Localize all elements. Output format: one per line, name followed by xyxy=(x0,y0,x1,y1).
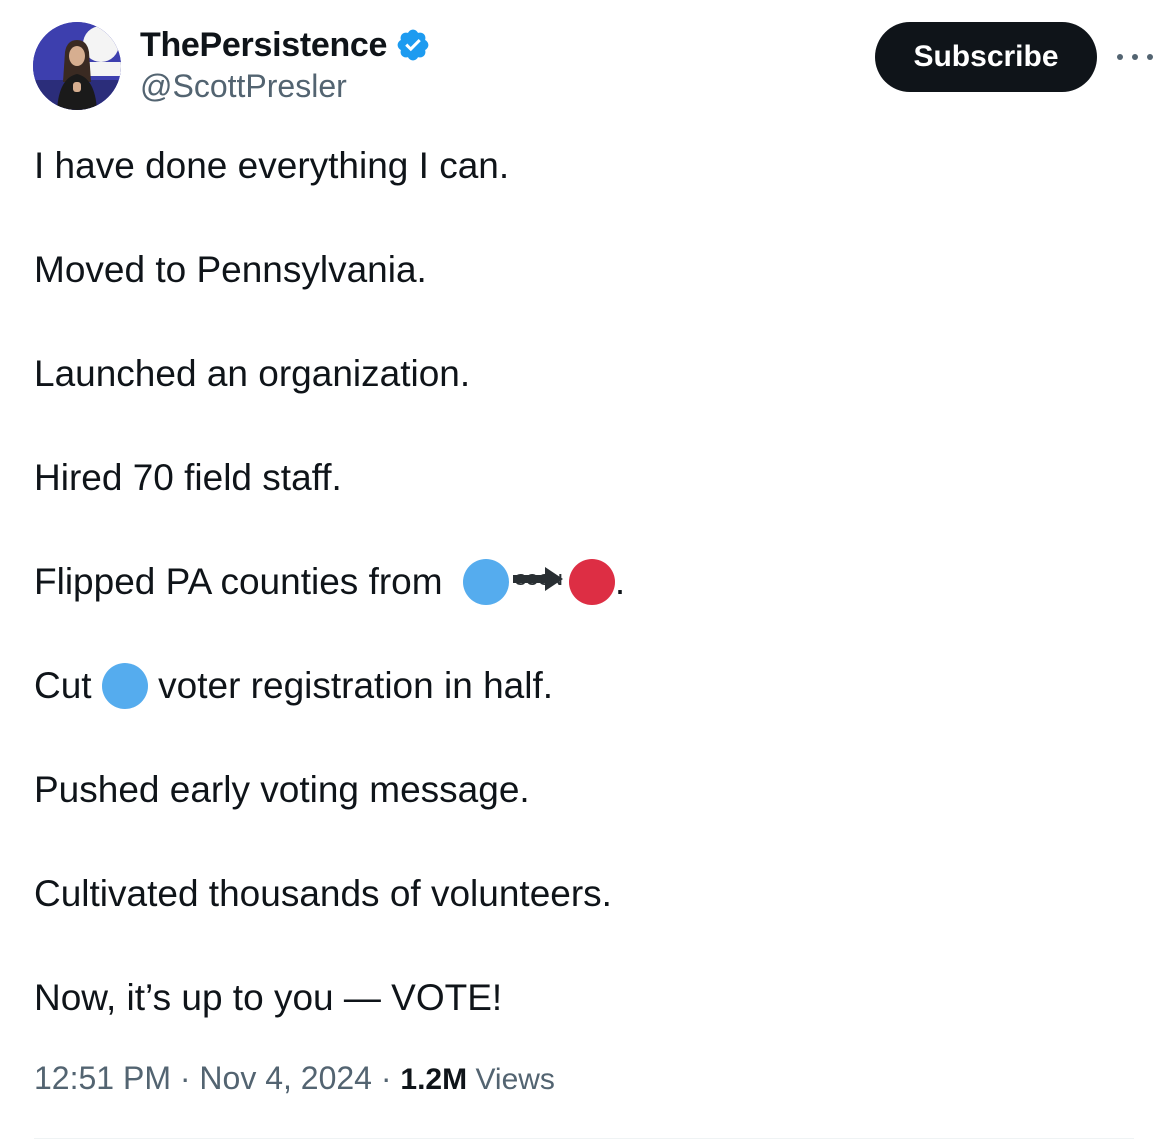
tweet-line: Launched an organization. xyxy=(34,348,1134,400)
tweet-line: Cultivated thousands of volunteers. xyxy=(34,868,1134,920)
tweet-line: Pushed early voting message. xyxy=(34,764,1134,816)
soon-label: SOON xyxy=(515,572,563,589)
tweet-date[interactable]: Nov 4, 2024 xyxy=(199,1060,372,1096)
blue-circle-icon xyxy=(101,663,148,709)
tweet-line-text: . xyxy=(614,561,626,602)
verified-badge-icon[interactable] xyxy=(395,27,431,63)
tweet-time[interactable]: 12:51 PM xyxy=(34,1060,171,1096)
tweet-line: I have done everything I can. xyxy=(34,140,1134,192)
avatar[interactable] xyxy=(33,22,121,110)
tweet-line-text: voter registration in half. xyxy=(147,665,553,706)
subscribe-button[interactable]: Subscribe xyxy=(875,22,1097,92)
tweet-line: Now, it’s up to you — VOTE! xyxy=(34,972,1134,1024)
tweet-line-text: Cultivated thousands of volunteers. xyxy=(34,873,612,914)
meta-separator: · xyxy=(170,1060,200,1096)
tweet-line-text: Pushed early voting message. xyxy=(34,769,530,810)
divider xyxy=(34,1138,1134,1139)
tweet-meta: 12:51 PM · Nov 4, 2024 · 1.2M Views xyxy=(34,1060,555,1097)
tweet-line: Moved to Pennsylvania. xyxy=(34,244,1134,296)
meta-separator: · xyxy=(371,1060,401,1096)
soon-arrow-icon: SOON xyxy=(511,559,567,605)
tweet-text: I have done everything I can. Moved to P… xyxy=(34,140,1134,1024)
views-label: Views xyxy=(467,1063,555,1096)
tweet-line-text: Cut xyxy=(34,665,102,706)
more-dot xyxy=(1117,54,1123,60)
views-count[interactable]: 1.2M xyxy=(400,1063,467,1096)
tweet-line-text: Flipped PA counties from xyxy=(34,561,453,602)
more-dot xyxy=(1147,54,1153,60)
tweet-line: Hired 70 field staff. xyxy=(34,452,1134,504)
display-name-row: ThePersistence xyxy=(140,24,431,66)
tweet-line-text: I have done everything I can. xyxy=(34,145,510,186)
tweet-line: Cut voter registration in half. xyxy=(34,660,1134,712)
tweet-line: Flipped PA counties from SOON . xyxy=(34,556,1134,608)
tweet-header: ThePersistence @ScottPresler Subscribe xyxy=(33,22,1153,112)
more-dot xyxy=(1132,54,1138,60)
tweet-line-text: Launched an organization. xyxy=(34,353,471,394)
tweet-line-text: Now, it’s up to you — VOTE! xyxy=(34,977,503,1018)
red-circle-icon xyxy=(568,559,615,605)
handle[interactable]: @ScottPresler xyxy=(140,68,431,105)
more-horizontal-icon[interactable] xyxy=(1117,42,1153,72)
blue-circle-icon xyxy=(462,559,509,605)
tweet-line-text: Hired 70 field staff. xyxy=(34,457,342,498)
tweet-line-text: Moved to Pennsylvania. xyxy=(34,249,427,290)
author-names: ThePersistence @ScottPresler xyxy=(140,24,431,105)
display-name[interactable]: ThePersistence xyxy=(140,26,387,65)
